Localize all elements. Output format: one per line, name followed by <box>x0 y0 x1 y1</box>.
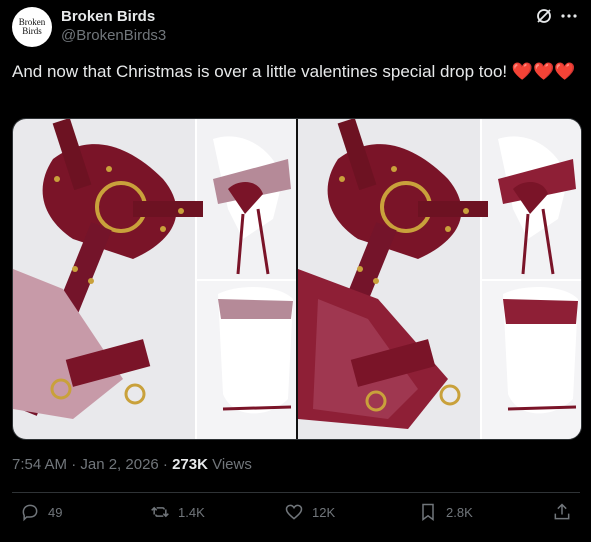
repost-button[interactable]: 1.4K <box>150 502 205 522</box>
tweet-meta: 7:54 AM · Jan 2, 2026 · 273K Views <box>12 456 252 473</box>
reply-count: 49 <box>48 504 63 520</box>
views-label: Views <box>207 456 252 473</box>
like-count: 12K <box>312 504 336 520</box>
author-name[interactable]: Broken Birds <box>61 8 155 25</box>
timestamp[interactable]: 7:54 AM · Jan 2, 2026 · <box>12 456 172 473</box>
bookmark-button[interactable]: 2.8K <box>418 502 473 522</box>
tweet-body: And now that Christmas is over a little … <box>12 62 512 81</box>
product-photo-left[interactable] <box>13 119 296 439</box>
repost-count: 1.4K <box>178 504 205 520</box>
divider <box>12 492 580 493</box>
media-image[interactable] <box>12 118 582 440</box>
reply-icon <box>22 504 38 522</box>
author-handle[interactable]: @BrokenBirds3 <box>61 27 166 44</box>
share-button[interactable] <box>552 502 572 522</box>
bookmark-count: 2.8K <box>446 504 473 520</box>
like-icon <box>285 504 303 520</box>
like-button[interactable]: 12K <box>284 502 335 522</box>
bookmark-icon <box>422 503 434 521</box>
tweet-header: Broken Birds Broken Birds @BrokenBirds3 <box>12 6 580 47</box>
repost-icon <box>151 506 169 518</box>
more-icon[interactable] <box>559 6 579 26</box>
tweet-text: And now that Christmas is over a little … <box>12 60 580 84</box>
share-icon <box>554 503 570 520</box>
views-count: 273K <box>172 456 208 473</box>
heart-emoji: ❤️❤️❤️ <box>511 62 576 81</box>
product-photo-right[interactable] <box>298 119 581 439</box>
action-bar: 49 1.4K 12K 2.8K <box>12 502 580 532</box>
grok-icon[interactable] <box>534 6 554 26</box>
avatar[interactable]: Broken Birds <box>12 7 52 47</box>
avatar-text-line2: Birds <box>22 26 42 36</box>
reply-button[interactable]: 49 <box>20 502 62 522</box>
